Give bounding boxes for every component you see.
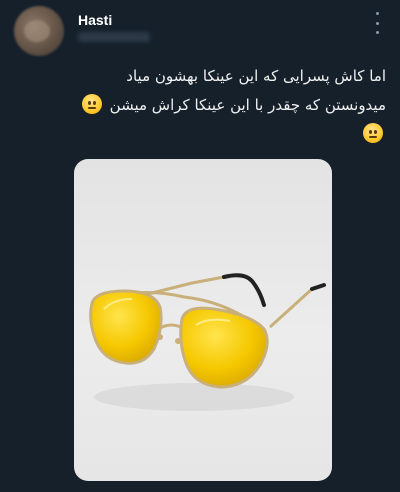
- more-options-icon[interactable]: [372, 12, 382, 34]
- tweet-card: Hasti اما کاش پسرایی که این عینکا بهشون …: [0, 0, 400, 492]
- author-name[interactable]: Hasti: [78, 12, 112, 28]
- tweet-text: اما کاش پسرایی که این عینکا بهشون میاد م…: [26, 62, 386, 149]
- neutral-face-emoji-icon: [363, 123, 383, 143]
- author-handle-blurred[interactable]: [78, 32, 150, 42]
- tweet-image-sunglasses[interactable]: [74, 159, 332, 481]
- avatar[interactable]: [14, 6, 64, 56]
- tweet-text-line-2: میدونستن که چقدر با این عینکا کراش میشن: [26, 91, 386, 120]
- sunglasses-illustration: [89, 273, 326, 411]
- tweet-text-line-3: [26, 120, 386, 149]
- neutral-face-emoji-icon: [81, 94, 102, 114]
- tweet-text-line-1: اما کاش پسرایی که این عینکا بهشون میاد: [126, 67, 386, 85]
